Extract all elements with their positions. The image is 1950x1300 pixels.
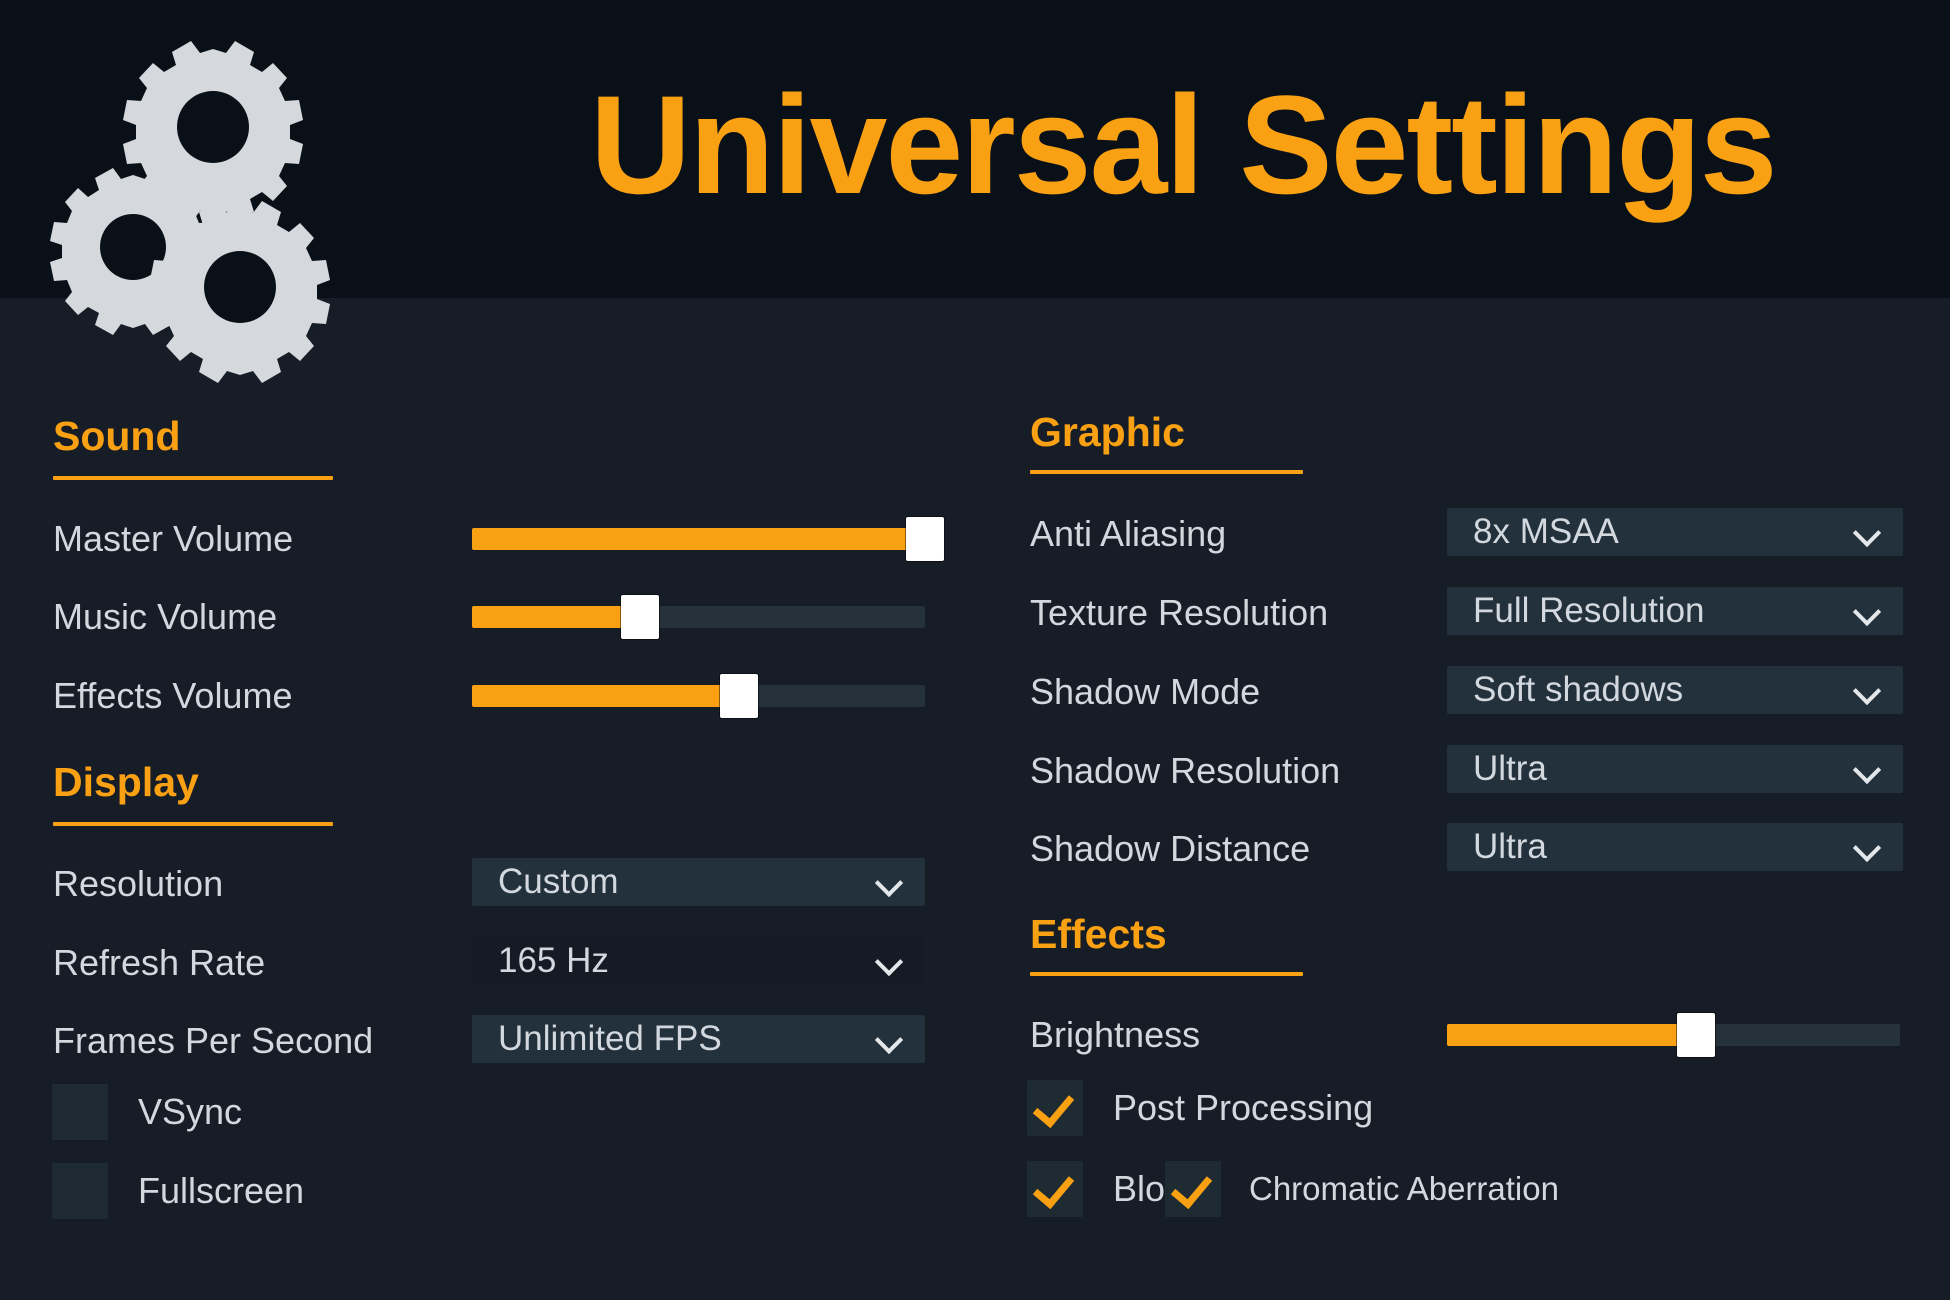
slider-fill <box>1447 1024 1697 1046</box>
right-column: Graphic Anti Aliasing 8x MSAA Texture Re… <box>975 0 1950 1300</box>
slider-fill <box>472 606 640 628</box>
dropdown-value: 165 Hz <box>498 941 609 980</box>
dropdown-resolution[interactable]: Custom <box>472 858 925 906</box>
chevron-down-icon <box>1855 838 1881 856</box>
slider-handle[interactable] <box>1677 1013 1716 1057</box>
section-rule-graphic <box>1030 470 1303 474</box>
slider-handle[interactable] <box>620 595 659 639</box>
slider-fill <box>472 685 740 707</box>
dropdown-value: Custom <box>498 862 619 901</box>
checkbox-fullscreen[interactable] <box>52 1163 108 1219</box>
checkbox-chromatic-aberration[interactable] <box>1165 1161 1221 1217</box>
label-resolution: Resolution <box>53 863 224 904</box>
slider-handle[interactable] <box>906 517 944 561</box>
settings-screen: Universal Settings Sound Master Volume M… <box>0 0 1950 1300</box>
slider-effects-volume[interactable] <box>472 674 925 718</box>
dropdown-value: Ultra <box>1473 827 1547 866</box>
label-shadow-distance: Shadow Distance <box>1030 828 1311 869</box>
section-heading-graphic: Graphic <box>1030 409 1185 455</box>
dropdown-shadow-resolution[interactable]: Ultra <box>1447 745 1903 793</box>
dropdown-refresh-rate[interactable]: 165 Hz <box>472 937 925 985</box>
chevron-down-icon <box>1855 602 1881 620</box>
slider-fill <box>472 528 925 550</box>
section-rule-effects <box>1030 972 1303 976</box>
check-icon <box>1170 1165 1213 1210</box>
chevron-down-icon <box>1855 681 1881 699</box>
checkbox-label-chromatic-aberration: Chromatic Aberration <box>1249 1170 1559 1207</box>
section-heading-display: Display <box>53 759 199 805</box>
checkbox-label-vsync: VSync <box>138 1091 243 1132</box>
chevron-down-icon <box>877 952 903 970</box>
dropdown-anti-aliasing[interactable]: 8x MSAA <box>1447 508 1903 556</box>
checkbox-post-processing[interactable] <box>1027 1080 1083 1136</box>
dropdown-texture-resolution[interactable]: Full Resolution <box>1447 587 1903 635</box>
slider-handle[interactable] <box>720 674 759 718</box>
label-music-volume: Music Volume <box>53 596 278 637</box>
dropdown-shadow-mode[interactable]: Soft shadows <box>1447 666 1903 714</box>
dropdown-value: Soft shadows <box>1473 670 1684 709</box>
slider-master-volume[interactable] <box>472 517 944 561</box>
label-shadow-resolution: Shadow Resolution <box>1030 750 1341 791</box>
chevron-down-icon <box>877 1030 903 1048</box>
chevron-down-icon <box>1855 523 1881 541</box>
chevron-down-icon <box>877 873 903 891</box>
label-brightness: Brightness <box>1030 1014 1201 1055</box>
dropdown-value: Unlimited FPS <box>498 1019 722 1058</box>
label-refresh-rate: Refresh Rate <box>53 942 266 983</box>
slider-brightness[interactable] <box>1447 1013 1900 1057</box>
section-rule-sound <box>53 476 333 480</box>
label-effects-volume: Effects Volume <box>53 675 293 716</box>
dropdown-value: Ultra <box>1473 749 1547 788</box>
gears-icon <box>50 41 330 383</box>
label-shadow-mode: Shadow Mode <box>1030 671 1261 712</box>
dropdown-value: Full Resolution <box>1473 591 1705 630</box>
section-heading-effects: Effects <box>1030 911 1167 957</box>
checkbox-vsync[interactable] <box>52 1084 108 1140</box>
check-icon <box>1032 1084 1075 1129</box>
label-master-volume: Master Volume <box>53 518 294 559</box>
label-texture-resolution: Texture Resolution <box>1030 592 1329 633</box>
checkbox-label-fullscreen: Fullscreen <box>138 1170 305 1211</box>
dropdown-value: 8x MSAA <box>1473 512 1619 551</box>
chevron-down-icon <box>1855 760 1881 778</box>
section-heading-sound: Sound <box>53 413 181 459</box>
label-anti-aliasing: Anti Aliasing <box>1030 513 1227 554</box>
label-frames-per-second: Frames Per Second <box>53 1020 374 1061</box>
section-rule-display <box>53 822 333 826</box>
check-icon <box>1032 1165 1075 1210</box>
dropdown-shadow-distance[interactable]: Ultra <box>1447 823 1903 871</box>
dropdown-frames-per-second[interactable]: Unlimited FPS <box>472 1015 925 1063</box>
slider-music-volume[interactable] <box>472 595 925 639</box>
checkbox-label-post-processing: Post Processing <box>1113 1087 1374 1128</box>
checkbox-bloom[interactable] <box>1027 1161 1083 1217</box>
